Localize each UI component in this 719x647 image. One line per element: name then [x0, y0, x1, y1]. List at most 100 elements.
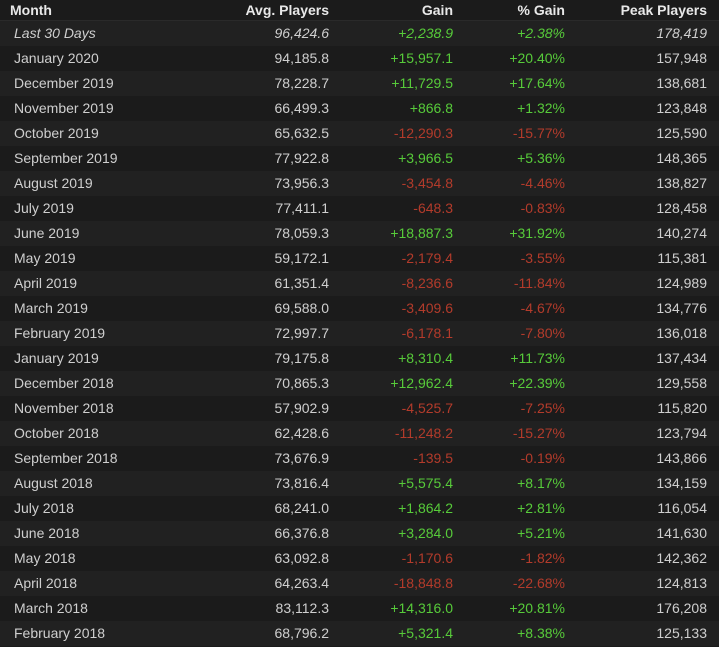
cell-avg-players: 79,175.8 [210, 345, 335, 371]
cell-month: December 2019 [0, 70, 210, 96]
cell-peak-players: 138,827 [569, 170, 719, 196]
table-row: March 2019 69,588.0 -3,409.6 -4.67% 134,776 [0, 295, 719, 321]
cell-avg-players: 69,588.0 [210, 295, 335, 321]
cell-gain: -648.3 [335, 195, 459, 221]
cell-pct-gain: +1.32% [459, 95, 569, 121]
cell-peak-players: 123,794 [569, 420, 719, 446]
cell-gain: -18,848.8 [335, 570, 459, 596]
cell-pct-gain: -1.82% [459, 545, 569, 571]
cell-peak-players: 124,813 [569, 570, 719, 596]
cell-avg-players: 78,228.7 [210, 70, 335, 96]
cell-avg-players: 57,902.9 [210, 395, 335, 421]
cell-peak-players: 129,558 [569, 370, 719, 396]
cell-pct-gain: -0.83% [459, 195, 569, 221]
cell-pct-gain: +5.36% [459, 145, 569, 171]
cell-gain: +3,284.0 [335, 520, 459, 546]
cell-month: December 2018 [0, 370, 210, 396]
cell-pct-gain: +11.73% [459, 345, 569, 371]
cell-pct-gain: -4.67% [459, 295, 569, 321]
cell-month: March 2019 [0, 295, 210, 321]
cell-month: July 2018 [0, 495, 210, 521]
cell-gain: -8,236.6 [335, 270, 459, 296]
cell-pct-gain: -15.27% [459, 420, 569, 446]
cell-avg-players: 68,241.0 [210, 495, 335, 521]
player-stats-table-container: Month Avg. Players Gain % Gain Peak Play… [0, 0, 719, 647]
cell-gain: +1,864.2 [335, 495, 459, 521]
cell-avg-players: 64,263.4 [210, 570, 335, 596]
cell-avg-players: 65,632.5 [210, 120, 335, 146]
cell-avg-players: 83,112.3 [210, 595, 335, 621]
cell-peak-players: 125,590 [569, 120, 719, 146]
cell-month: September 2019 [0, 145, 210, 171]
table-row: June 2019 78,059.3 +18,887.3 +31.92% 140,274 [0, 220, 719, 246]
table-row: July 2018 68,241.0 +1,864.2 +2.81% 116,054 [0, 495, 719, 521]
cell-avg-players: 96,424.6 [210, 20, 335, 46]
column-header-month[interactable]: Month [0, 0, 210, 21]
cell-month: June 2019 [0, 220, 210, 246]
table-row: December 2019 78,228.7 +11,729.5 +17.64% 138… [0, 70, 719, 96]
table-row: October 2018 62,428.6 -11,248.2 -15.27% 123,… [0, 420, 719, 446]
cell-gain: +12,962.4 [335, 370, 459, 396]
cell-month: May 2018 [0, 545, 210, 571]
cell-month: September 2018 [0, 445, 210, 471]
cell-peak-players: 115,820 [569, 395, 719, 421]
cell-avg-players: 77,922.8 [210, 145, 335, 171]
column-header-gain[interactable]: Gain [335, 0, 459, 21]
cell-gain: +14,316.0 [335, 595, 459, 621]
cell-pct-gain: +31.92% [459, 220, 569, 246]
cell-pct-gain: -3.55% [459, 245, 569, 271]
cell-peak-players: 125,133 [569, 620, 719, 646]
table-row: April 2019 61,351.4 -8,236.6 -11.84% 124,989 [0, 270, 719, 296]
cell-month: July 2019 [0, 195, 210, 221]
cell-month: January 2019 [0, 345, 210, 371]
cell-gain: -3,454.8 [335, 170, 459, 196]
cell-gain: -1,170.6 [335, 545, 459, 571]
cell-pct-gain: -11.84% [459, 270, 569, 296]
cell-avg-players: 63,092.8 [210, 545, 335, 571]
table-row: August 2019 73,956.3 -3,454.8 -4.46% 138,827 [0, 170, 719, 196]
cell-peak-players: 140,274 [569, 220, 719, 246]
cell-avg-players: 62,428.6 [210, 420, 335, 446]
table-row: May 2019 59,172.1 -2,179.4 -3.55% 115,381 [0, 245, 719, 271]
cell-peak-players: 141,630 [569, 520, 719, 546]
column-header-avg-players[interactable]: Avg. Players [210, 0, 335, 21]
cell-pct-gain: -22.68% [459, 570, 569, 596]
table-row: January 2020 94,185.8 +15,957.1 +20.40% 157,… [0, 45, 719, 71]
cell-peak-players: 143,866 [569, 445, 719, 471]
column-header-pct-gain[interactable]: % Gain [459, 0, 569, 21]
cell-peak-players: 157,948 [569, 45, 719, 71]
cell-pct-gain: +22.39% [459, 370, 569, 396]
table-row: March 2018 83,112.3 +14,316.0 +20.81% 176,20… [0, 595, 719, 621]
cell-month: February 2018 [0, 620, 210, 646]
cell-avg-players: 94,185.8 [210, 45, 335, 71]
cell-month: April 2019 [0, 270, 210, 296]
cell-gain: +5,575.4 [335, 470, 459, 496]
cell-gain: -11,248.2 [335, 420, 459, 446]
cell-gain: +8,310.4 [335, 345, 459, 371]
column-header-peak-players[interactable]: Peak Players [569, 0, 719, 21]
cell-gain: -12,290.3 [335, 120, 459, 146]
cell-month: October 2019 [0, 120, 210, 146]
cell-month: August 2019 [0, 170, 210, 196]
cell-gain: +5,321.4 [335, 620, 459, 646]
cell-pct-gain: +8.38% [459, 620, 569, 646]
table-row: September 2019 77,922.8 +3,966.5 +5.36% 148,… [0, 145, 719, 171]
cell-peak-players: 116,054 [569, 495, 719, 521]
cell-peak-players: 178,419 [569, 20, 719, 46]
cell-avg-players: 72,997.7 [210, 320, 335, 346]
table-row: April 2018 64,263.4 -18,848.8 -22.68% 124,81… [0, 570, 719, 596]
cell-avg-players: 73,676.9 [210, 445, 335, 471]
cell-month: February 2019 [0, 320, 210, 346]
cell-gain: +3,966.5 [335, 145, 459, 171]
cell-month: January 2020 [0, 45, 210, 71]
cell-peak-players: 124,989 [569, 270, 719, 296]
cell-avg-players: 61,351.4 [210, 270, 335, 296]
cell-avg-players: 77,411.1 [210, 195, 335, 221]
table-row: February 2019 72,997.7 -6,178.1 -7.80% 136,0… [0, 320, 719, 346]
cell-month: June 2018 [0, 520, 210, 546]
cell-avg-players: 78,059.3 [210, 220, 335, 246]
cell-avg-players: 66,499.3 [210, 95, 335, 121]
cell-peak-players: 123,848 [569, 95, 719, 121]
table-body: Last 30 Days 96,424.6 +2,238.9 +2.38% 178,41… [0, 20, 719, 646]
table-row: September 2018 73,676.9 -139.5 -0.19% 143,86… [0, 445, 719, 471]
